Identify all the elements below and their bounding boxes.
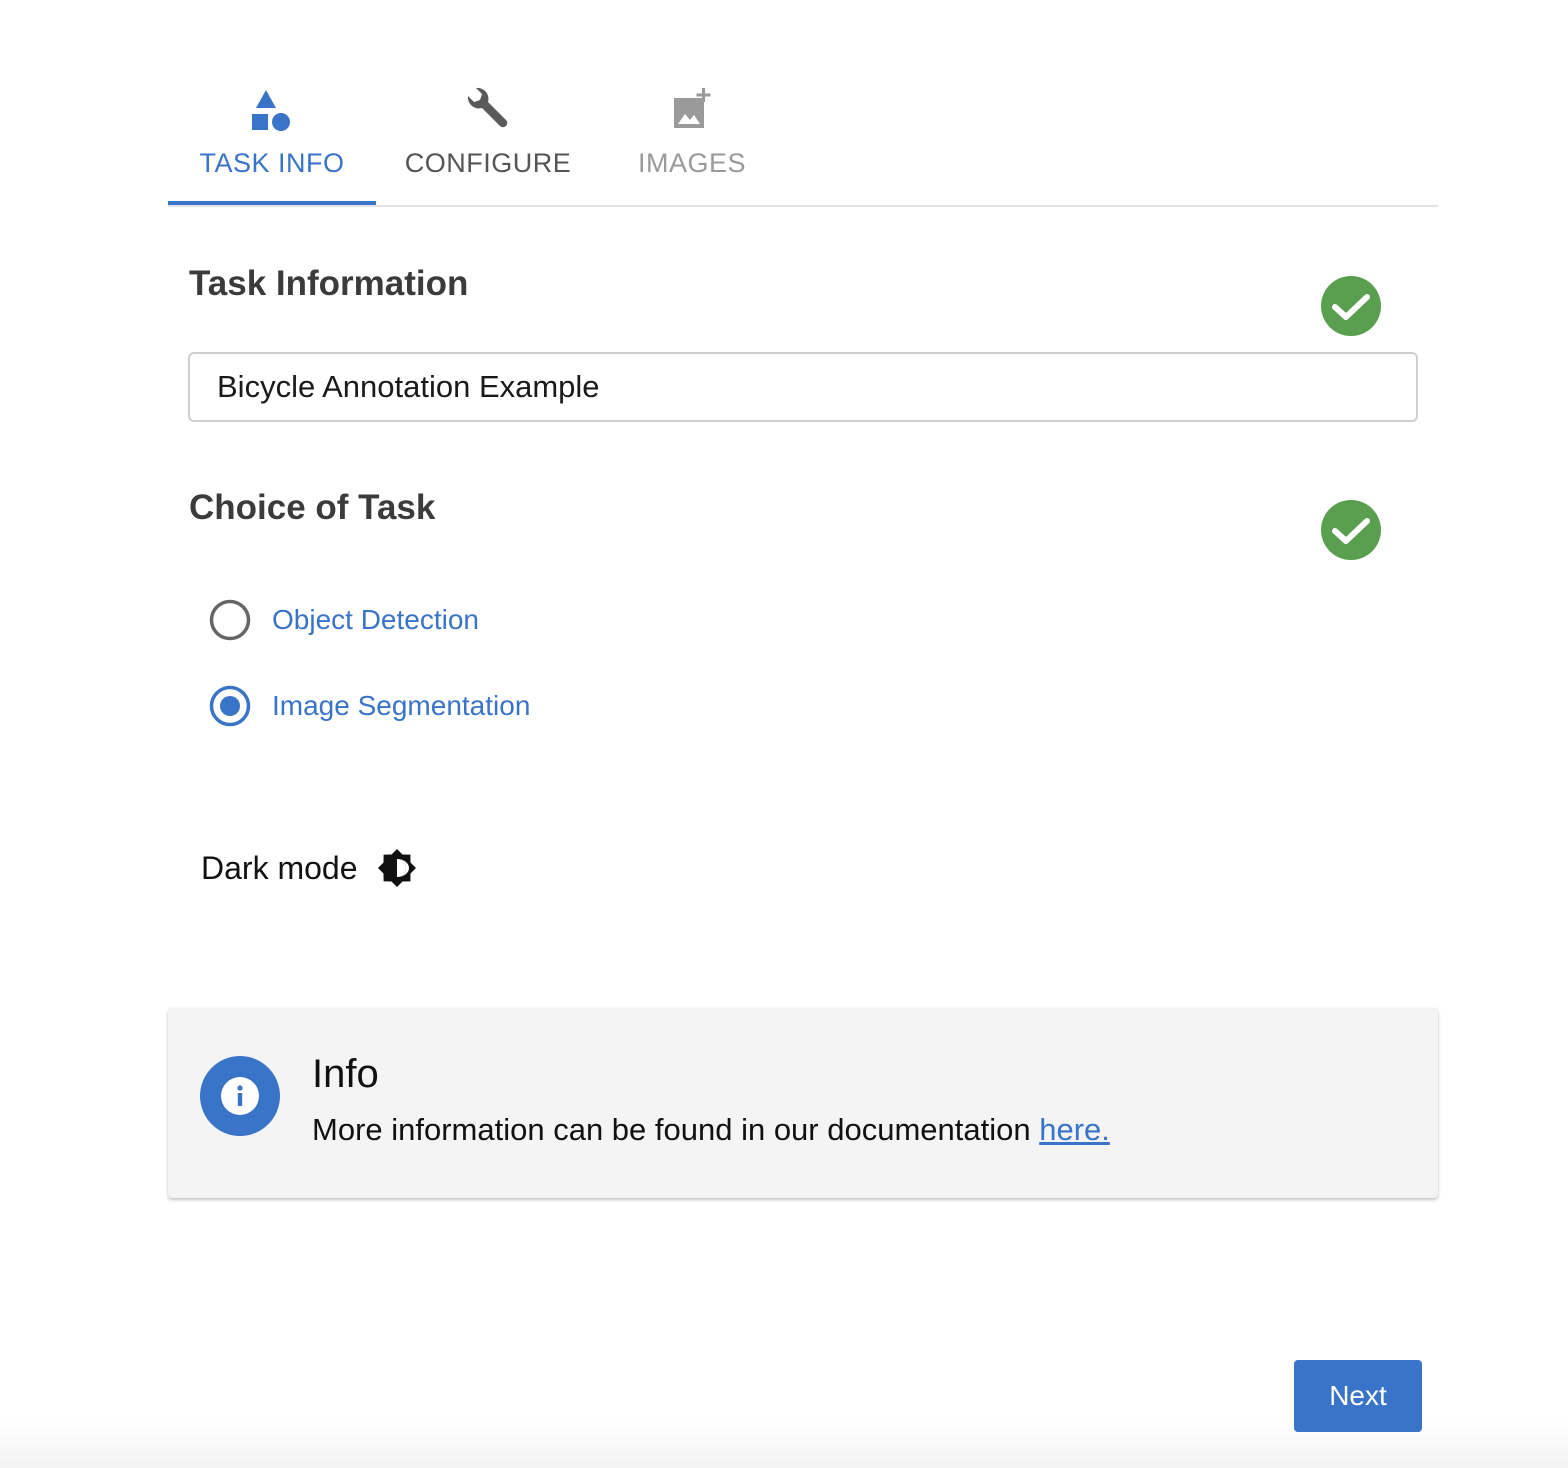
radio-object-detection-label[interactable]: Object Detection: [272, 604, 479, 636]
info-text: More information can be found in our doc…: [312, 1112, 1110, 1148]
task-name-field[interactable]: [188, 352, 1418, 422]
info-card: Info More information can be found in ou…: [168, 1008, 1438, 1198]
stepper-tabs: TASK INFO CONFIGURE IMAGES: [168, 70, 1438, 207]
documentation-link[interactable]: here.: [1039, 1112, 1110, 1147]
task-information-title: Task Information: [189, 264, 469, 303]
add-photo-icon: [674, 88, 711, 128]
radio-image-segmentation-label[interactable]: Image Segmentation: [272, 690, 530, 722]
check-circle-icon: [1321, 500, 1381, 560]
task-name-input[interactable]: [190, 354, 1397, 420]
dark-mode-label: Dark mode: [201, 850, 358, 886]
tab-images-label: IMAGES: [637, 148, 747, 178]
info-icon: [200, 1056, 280, 1136]
tab-configure[interactable]: CONFIGURE: [388, 70, 588, 203]
tab-configure-label: CONFIGURE: [404, 148, 572, 178]
active-tab-indicator: [168, 201, 376, 205]
page: TASK INFO CONFIGURE IMAGES Task Informat…: [0, 0, 1568, 1468]
shapes-icon: [252, 90, 290, 131]
info-title: Info: [312, 1052, 379, 1096]
check-circle-icon: [1321, 276, 1381, 336]
wrench-icon: [467, 87, 508, 128]
tab-task-info-label: TASK INFO: [199, 148, 345, 178]
choice-of-task-title: Choice of Task: [189, 488, 436, 527]
brightness-icon[interactable]: [377, 848, 417, 888]
radio-checked-icon[interactable]: [208, 684, 252, 728]
tab-task-info[interactable]: TASK INFO: [168, 70, 376, 205]
radio-unchecked-icon[interactable]: [208, 598, 252, 642]
info-message: More information can be found in our doc…: [312, 1112, 1040, 1147]
next-button[interactable]: Next: [1294, 1360, 1422, 1432]
tab-images[interactable]: IMAGES: [598, 70, 786, 203]
